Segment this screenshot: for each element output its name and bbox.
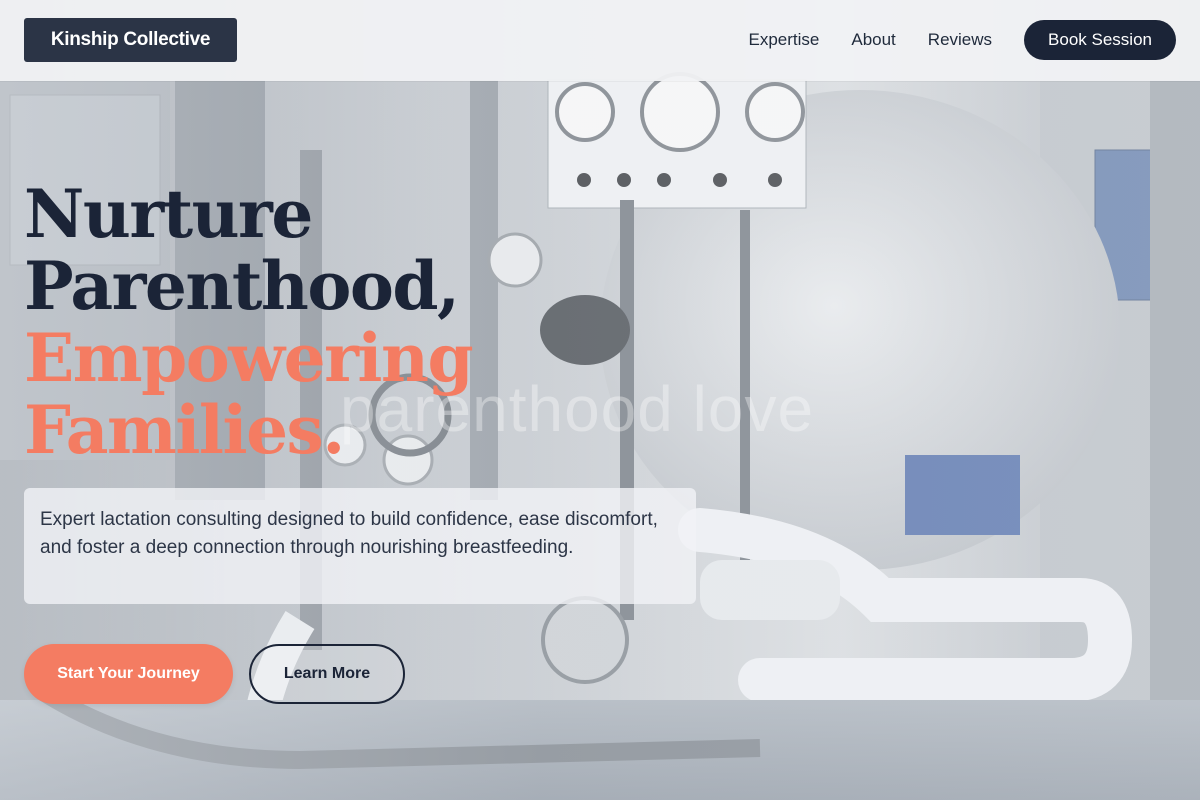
nav-link-expertise[interactable]: Expertise [748, 30, 819, 50]
nav-link-reviews[interactable]: Reviews [928, 30, 992, 50]
learn-more-button[interactable]: Learn More [249, 644, 405, 704]
nav-link-about[interactable]: About [851, 30, 895, 50]
site-header: Kinship Collective Expertise About Revie… [0, 0, 1200, 81]
brand-logo[interactable]: Kinship Collective [24, 18, 237, 62]
hero-heading-line-3: Empowering [24, 319, 474, 397]
book-session-button[interactable]: Book Session [1024, 20, 1176, 60]
hero-heading: Nurture Parenthood, Empowering Families. [24, 175, 474, 469]
hero-heading-line-2: Parenthood, [24, 247, 460, 325]
hero-heading-line-4: Families. [24, 391, 345, 469]
main-nav: Expertise About Reviews Book Session [748, 20, 1176, 60]
start-journey-button[interactable]: Start Your Journey [24, 644, 233, 704]
hero-heading-line-1: Nurture [24, 175, 313, 253]
hero-subtitle: Expert lactation consulting designed to … [24, 488, 696, 604]
